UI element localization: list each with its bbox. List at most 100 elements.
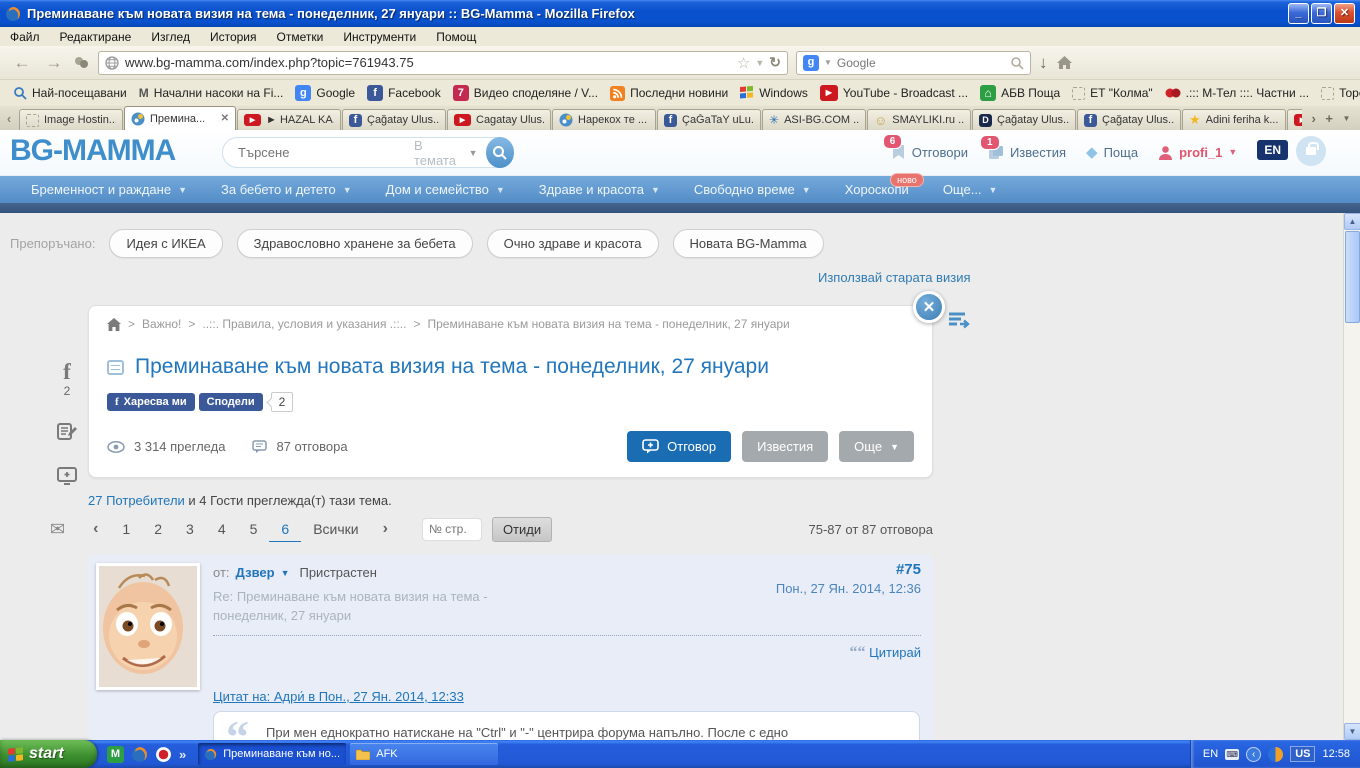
firefox-icon[interactable] <box>131 746 148 763</box>
tab-cagatay-fb-2[interactable]: f ÇaĞaTaY uLu... <box>657 109 761 130</box>
menu-history[interactable]: История <box>210 30 257 44</box>
page-number-input[interactable] <box>422 518 482 541</box>
page-2-link[interactable]: 2 <box>142 517 174 541</box>
fb-share-button[interactable]: Сподели <box>199 393 263 411</box>
close-topic-button[interactable]: ✕ <box>913 291 945 323</box>
nav-baby[interactable]: За бебето и детето▼ <box>204 182 369 197</box>
page-4-link[interactable]: 4 <box>206 517 238 541</box>
search-magnifier-icon[interactable] <box>1010 56 1024 70</box>
tab-cagatay-td[interactable]: D Çağatay Ulus... <box>972 109 1076 130</box>
search-scope-select[interactable]: В темата ▼ <box>414 138 478 168</box>
green-m-app-icon[interactable]: M <box>107 746 124 763</box>
home-icon[interactable] <box>107 318 121 331</box>
page-3-link[interactable]: 3 <box>174 517 206 541</box>
tab-close-icon[interactable]: ✕ <box>221 113 229 124</box>
lock-button[interactable] <box>1296 136 1326 166</box>
start-button[interactable]: start <box>0 740 97 768</box>
chevron-down-icon[interactable]: ▼ <box>281 568 290 578</box>
tab-narekoh-te[interactable]: Нарекох те ... <box>552 109 656 130</box>
tab-scroll-right-icon[interactable]: › <box>1312 111 1316 126</box>
site-search-button[interactable] <box>486 137 514 168</box>
red-app-icon[interactable] <box>155 746 172 763</box>
tab-asi-bg[interactable]: ✳ ASI-BG.COM ... <box>762 109 866 130</box>
mail-menu[interactable]: ◆ Поща <box>1086 139 1138 161</box>
url-input[interactable] <box>125 55 731 70</box>
tab-cagatay-yt[interactable]: ▶ Cagatay Ulus... <box>447 109 551 130</box>
reload-icon[interactable]: ↻ <box>769 54 781 71</box>
viewers-users-link[interactable]: 27 Потребители <box>88 493 185 508</box>
nav-horoscopes[interactable]: Хороскопиново <box>828 182 926 197</box>
menu-help[interactable]: Помощ <box>436 30 476 44</box>
vertical-scrollbar[interactable]: ▲ ▼ <box>1343 213 1360 740</box>
post-author-link[interactable]: Дзвер <box>236 565 275 580</box>
hide-icons-icon[interactable]: ‹ <box>1246 747 1261 762</box>
menu-edit[interactable]: Редактиране <box>60 30 132 44</box>
bookmark-star-icon[interactable]: ☆ <box>737 54 750 72</box>
url-dropdown-icon[interactable]: ▼ <box>755 58 764 68</box>
prev-page-button[interactable]: ‹ <box>81 516 110 542</box>
user-menu[interactable]: profi_1 ▼ <box>1158 141 1237 160</box>
notifications-menu[interactable]: 1 Известия <box>988 141 1066 160</box>
share-embed-icon[interactable] <box>55 467 79 488</box>
bookmark-mtel[interactable]: .::: М-Тел :::. Частни ... <box>1160 84 1314 102</box>
menu-bookmarks[interactable]: Отметки <box>277 30 324 44</box>
bookmark-zamunda[interactable]: Торенти zamunda.net <box>1316 84 1360 102</box>
menu-tools[interactable]: Инструменти <box>343 30 416 44</box>
bookmark-abv[interactable]: ⌂ АБВ Поща <box>975 83 1065 103</box>
menu-file[interactable]: Файл <box>10 30 40 44</box>
back-button[interactable]: ← <box>10 53 34 73</box>
nav-more[interactable]: Още...▼ <box>926 182 1015 197</box>
jump-to-post-icon[interactable] <box>948 311 972 329</box>
old-skin-link[interactable]: Използвай старата визия <box>818 270 971 285</box>
replies-menu[interactable]: 6 Отговори <box>891 140 968 160</box>
page-6-current[interactable]: 6 <box>269 517 301 542</box>
tray-language[interactable]: EN <box>1203 748 1218 760</box>
post-number-link[interactable]: #75 <box>776 561 921 578</box>
tab-list-icon[interactable]: ▼ <box>1343 114 1351 123</box>
nav-free-time[interactable]: Свободно време▼ <box>677 182 828 197</box>
downloads-button[interactable]: ↓ <box>1039 53 1048 73</box>
bookmark-windows[interactable]: Windows <box>735 84 813 102</box>
share-edit-icon[interactable] <box>55 421 79 444</box>
bookmark-firefox-start[interactable]: M Начални насоки на Fi... <box>134 84 289 102</box>
maximize-button[interactable]: ❐ <box>1311 3 1332 24</box>
bookmark-most-visited[interactable]: Най-посещавани <box>8 84 132 102</box>
bookmark-vbox7[interactable]: 7 Видео споделяне / V... <box>448 83 603 103</box>
scroll-up-icon[interactable]: ▲ <box>1344 213 1360 230</box>
quoted-post-link[interactable]: Цитат на: Адри́ в Пон., 27 Ян. 2014, 12:… <box>213 689 464 704</box>
more-actions-button[interactable]: Още ▼ <box>839 431 914 462</box>
tab-hazal[interactable]: ▶ ► HAZAL KA... <box>237 109 341 130</box>
bookmark-facebook[interactable]: f Facebook <box>362 83 446 103</box>
quick-launch-overflow-icon[interactable]: » <box>179 747 186 762</box>
quote-button[interactable]: Цитирай <box>869 645 921 660</box>
breadcrumb-rules[interactable]: ..::. Правила, условия и указания .::.. <box>202 317 406 331</box>
search-engine-dropdown-icon[interactable]: ▼ <box>824 58 832 67</box>
close-window-button[interactable]: ✕ <box>1334 3 1355 24</box>
email-topic-icon[interactable]: ✉ <box>50 519 65 540</box>
scrollbar-thumb[interactable] <box>1345 231 1360 323</box>
new-tab-icon[interactable]: + <box>1325 111 1333 126</box>
search-bar[interactable]: g ▼ Google <box>796 51 1031 75</box>
avatar[interactable] <box>96 563 200 690</box>
forward-button[interactable]: → <box>42 53 66 73</box>
tab-cagatay-fb-3[interactable]: f Çağatay Ulus... <box>1077 109 1181 130</box>
breadcrumb-important[interactable]: Важно! <box>142 317 181 331</box>
home-button[interactable] <box>1056 55 1073 70</box>
subscribe-button[interactable]: Известия <box>742 431 828 462</box>
taskbar-window-firefox[interactable]: Преминаване към но... <box>198 743 346 765</box>
taskbar-window-afk[interactable]: AFK <box>350 743 498 765</box>
all-pages-link[interactable]: Всички <box>301 517 370 541</box>
breadcrumb-topic[interactable]: Преминаване към новата визия на тема - п… <box>427 317 789 331</box>
tab-image-hosting[interactable]: Image Hostin... <box>19 109 123 130</box>
next-page-button[interactable]: › <box>371 516 400 542</box>
bookmark-kolma[interactable]: ЕТ "Колма" <box>1067 84 1158 102</box>
scroll-down-icon[interactable]: ▼ <box>1344 723 1360 740</box>
tray-language-us[interactable]: US <box>1290 746 1315 762</box>
site-logo[interactable]: BG-MAMMA <box>10 134 175 168</box>
tab-cagatay-fb-1[interactable]: f Çağatay Ulus... <box>342 109 446 130</box>
recommended-chip-new-bgmamma[interactable]: Новата BG-Mamma <box>673 229 824 258</box>
tray-app-icon[interactable] <box>1268 747 1283 762</box>
tab-bgmamma-active[interactable]: Премина... ✕ <box>124 106 236 130</box>
url-bar[interactable]: ☆ ▼ ↻ <box>98 51 788 75</box>
page-1-link[interactable]: 1 <box>110 517 142 541</box>
